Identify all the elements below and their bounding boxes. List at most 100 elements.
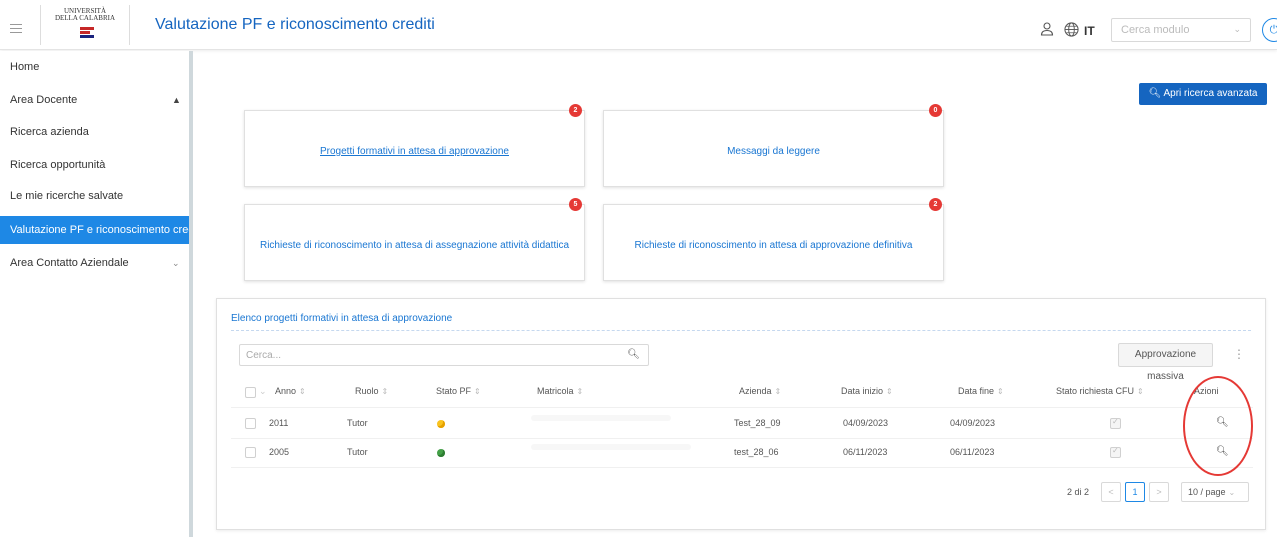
- search-placeholder: Cerca...: [246, 350, 282, 361]
- redacted-matricola: [531, 444, 691, 450]
- panel-title: Elenco progetti formativi in attesa di a…: [231, 313, 453, 324]
- menu-icon[interactable]: [10, 24, 22, 34]
- column-header-data-fine[interactable]: Data fine ⇕: [958, 386, 1004, 396]
- status-yellow-icon: [437, 420, 445, 428]
- next-page-button[interactable]: >: [1149, 482, 1169, 502]
- table-row: 2005 Tutor test_28_06 06/11/2023 06/11/2…: [231, 439, 1253, 467]
- advanced-search-button[interactable]: 🔍︎ Apri ricerca avanzata: [1139, 83, 1267, 105]
- card-richieste-approvazione[interactable]: Richieste di riconoscimento in attesa di…: [603, 204, 944, 281]
- count-badge: 0: [929, 104, 942, 117]
- advanced-search-label: Apri ricerca avanzata: [1163, 88, 1258, 99]
- card-label[interactable]: Progetti formativi in attesa di approvaz…: [245, 146, 584, 157]
- column-header-stato-pf[interactable]: Stato PF ⇕: [436, 386, 481, 396]
- redacted-matricola: [531, 415, 671, 421]
- count-badge: 5: [569, 198, 582, 211]
- header-label: Stato PF: [436, 386, 472, 396]
- more-options-icon[interactable]: ⋮: [1233, 347, 1245, 361]
- sidebar-item-ricerca-opportunita[interactable]: Ricerca opportunità: [0, 151, 192, 179]
- header-label: Ruolo: [355, 386, 379, 396]
- column-header-azienda[interactable]: Azienda ⇕: [739, 386, 781, 396]
- prev-page-button[interactable]: <: [1101, 482, 1121, 502]
- card-label: Richieste di riconoscimento in attesa di…: [259, 240, 570, 251]
- divider: [231, 467, 1253, 468]
- university-logo: UNIVERSITÀ DELLA CALABRIA: [40, 5, 130, 45]
- page-size-select[interactable]: 10 / page ⌄: [1181, 482, 1249, 502]
- row-checkbox[interactable]: [245, 447, 256, 458]
- sidebar-item-ricerca-azienda[interactable]: Ricerca azienda: [0, 118, 192, 146]
- chevron-down-icon: ⌄: [1233, 24, 1241, 34]
- chevron-down-icon: ⌄: [1228, 488, 1236, 497]
- sidebar-item-label: Ricerca opportunità: [10, 159, 106, 171]
- cell-ruolo: Tutor: [347, 447, 368, 457]
- sidebar: Home Area Docente ▲ Ricerca azienda Rice…: [0, 51, 192, 537]
- sidebar-item-area-contatto-aziendale[interactable]: Area Contatto Aziendale ⌄: [0, 249, 192, 277]
- cell-data-inizio: 04/09/2023: [843, 418, 889, 428]
- sort-icon: ⇕: [774, 387, 782, 396]
- cell-ruolo: Tutor: [347, 418, 368, 428]
- sidebar-scrollbar[interactable]: [189, 51, 193, 537]
- list-search-input[interactable]: Cerca... 🔍︎: [239, 344, 649, 366]
- projects-list-panel: Elenco progetti formativi in attesa di a…: [216, 298, 1266, 530]
- header-label: Azienda: [739, 386, 772, 396]
- count-badge: 2: [569, 104, 582, 117]
- user-icon[interactable]: [1040, 22, 1054, 36]
- search-icon[interactable]: 🔍︎: [627, 349, 640, 360]
- module-search-placeholder: Cerca modulo: [1121, 24, 1190, 36]
- search-icon: 🔍︎: [1148, 88, 1162, 99]
- sidebar-item-area-docente[interactable]: Area Docente ▲: [0, 86, 192, 114]
- card-progetti-in-attesa[interactable]: Progetti formativi in attesa di approvaz…: [244, 110, 585, 187]
- cell-data-fine: 04/09/2023: [950, 418, 996, 428]
- page-size-label: 10 / page: [1188, 487, 1226, 497]
- status-green-icon: [437, 449, 445, 457]
- sidebar-item-home[interactable]: Home: [0, 53, 192, 81]
- sidebar-item-label: Valutazione PF e riconoscimento crediti: [10, 224, 192, 236]
- sidebar-item-label: Home: [10, 61, 40, 73]
- sort-icon: ⇕: [1137, 387, 1144, 396]
- header-label: Data fine: [958, 386, 995, 396]
- sort-icon: ⇕: [576, 387, 584, 396]
- power-icon[interactable]: ⏻: [1262, 18, 1277, 42]
- page-button-current[interactable]: 1: [1125, 482, 1145, 502]
- annotation-highlight: [1183, 376, 1253, 476]
- column-header-ruolo[interactable]: Ruolo ⇕: [355, 386, 388, 396]
- sort-icon: ⇕: [299, 387, 306, 396]
- sidebar-item-label: Le mie ricerche salvate: [10, 190, 124, 202]
- cell-azienda: Test_28_09: [734, 418, 781, 428]
- card-label: Richieste di riconoscimento in attesa di…: [634, 240, 913, 251]
- cfu-status-checkbox: [1110, 417, 1121, 429]
- sort-icon: ⇕: [886, 387, 893, 396]
- logo-text: UNIVERSITÀ DELLA CALABRIA: [54, 7, 116, 22]
- cfu-status-checkbox: [1110, 446, 1121, 458]
- column-header-data-inizio[interactable]: Data inizio ⇕: [841, 386, 893, 396]
- row-checkbox[interactable]: [245, 418, 256, 429]
- divider: [231, 330, 1251, 331]
- language-selector[interactable]: IT: [1084, 24, 1095, 38]
- card-label: Messaggi da leggere: [727, 146, 820, 157]
- table-row: 2011 Tutor Test_28_09 04/09/2023 04/09/2…: [231, 410, 1253, 438]
- cell-data-fine: 06/11/2023: [950, 447, 995, 457]
- cell-anno: 2005: [269, 447, 290, 457]
- chevron-down-icon: ⌄: [172, 258, 180, 268]
- sidebar-item-ricerche-salvate[interactable]: Le mie ricerche salvate: [0, 182, 192, 210]
- module-search-select[interactable]: Cerca modulo ⌄: [1111, 18, 1251, 42]
- header-label: Anno: [275, 386, 297, 396]
- column-header-stato-richiesta-cfu[interactable]: Stato richiesta CFU ⇕: [1056, 386, 1144, 396]
- column-header-matricola[interactable]: Matricola ⇕: [537, 386, 583, 396]
- column-header-anno[interactable]: Anno ⇕: [275, 386, 306, 396]
- count-badge: 2: [929, 198, 942, 211]
- page-title: Valutazione PF e riconoscimento crediti: [155, 16, 435, 33]
- card-richieste-assegnazione[interactable]: Richieste di riconoscimento in attesa di…: [244, 204, 585, 281]
- globe-icon[interactable]: [1064, 22, 1079, 37]
- mass-approval-button[interactable]: Approvazione massiva: [1118, 343, 1213, 382]
- pagination-total: 2 di 2: [1067, 487, 1090, 497]
- cell-anno: 2011: [269, 418, 289, 428]
- cell-azienda: test_28_06: [734, 447, 779, 457]
- sidebar-item-label: Ricerca azienda: [10, 126, 89, 138]
- select-all-checkbox[interactable]: [245, 387, 256, 398]
- select-dropdown-icon[interactable]: ⌄: [259, 386, 267, 397]
- card-messaggi[interactable]: Messaggi da leggere: [603, 110, 944, 187]
- sidebar-item-valutazione-pf[interactable]: Valutazione PF e riconoscimento crediti: [0, 216, 192, 244]
- sidebar-item-label: Area Contatto Aziendale: [10, 257, 129, 269]
- chevron-up-icon: ▲: [172, 95, 181, 105]
- header-label: Stato richiesta CFU: [1056, 386, 1135, 396]
